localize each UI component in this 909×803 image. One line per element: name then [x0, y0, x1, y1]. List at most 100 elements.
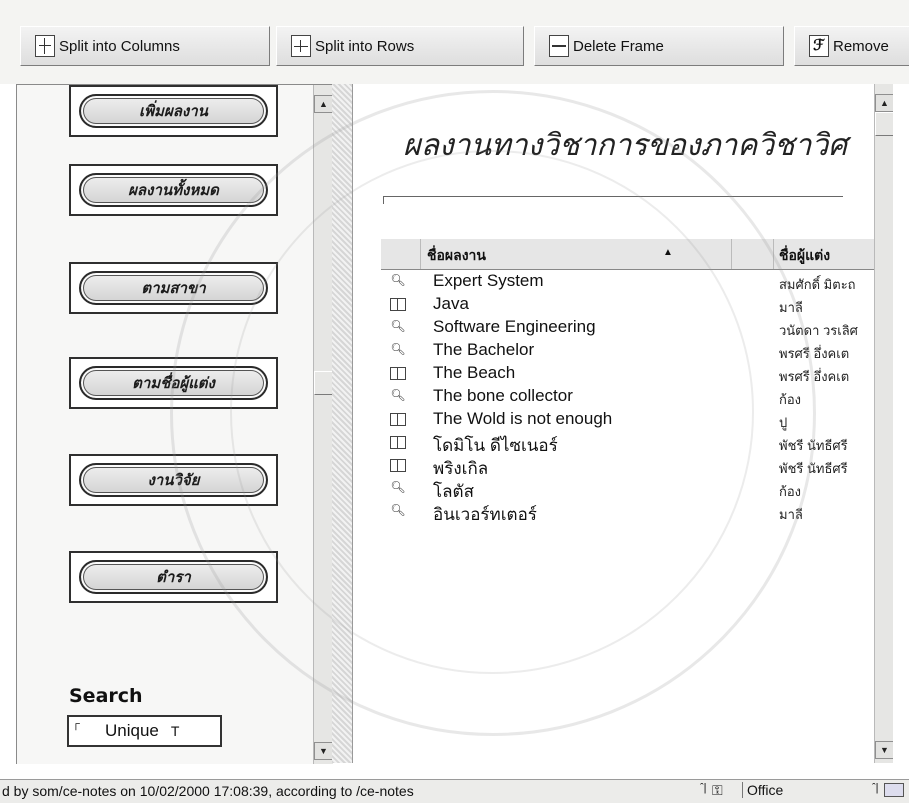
status-divider-icon: ˆ| [700, 782, 707, 794]
search-field[interactable]: ┌ Unique T [67, 715, 222, 747]
book-icon [389, 365, 407, 381]
works-table: ชื่อผลงาน ▲ ชื่อผู้แต่ง 🔍︎ Expert System ส… [381, 238, 893, 524]
content-frame-scrollbar[interactable]: ▲ ▼ [874, 84, 893, 763]
work-title[interactable]: The bone collector [433, 386, 573, 406]
delete-frame-icon [549, 35, 569, 57]
work-author: ก้อง [779, 484, 802, 499]
table-row[interactable]: The Wold is not enough ปู [381, 408, 893, 431]
scrollbar-thumb[interactable] [875, 112, 893, 136]
work-title[interactable]: The Wold is not enough [433, 409, 612, 429]
work-title[interactable]: The Beach [433, 363, 515, 383]
book-icon [389, 411, 407, 427]
split-columns-icon [35, 35, 55, 57]
menu-button-label: ตำรา [79, 560, 268, 594]
frame-toolbar: Split into Columns Split into Rows Delet… [0, 0, 909, 84]
work-author: ปู [779, 415, 788, 430]
menu-button-by-author[interactable]: ตามชื่อผู้แต่ง [69, 357, 278, 409]
work-title[interactable]: Expert System [433, 271, 544, 291]
book-icon [389, 457, 407, 473]
table-row[interactable]: 🔍︎ The Bachelor พรศรี อึ่งคเต [381, 339, 893, 362]
menu-button-label: ตามชื่อผู้แต่ง [79, 366, 268, 400]
table-row[interactable]: Java มาลี [381, 293, 893, 316]
work-author: พรศรี อึ่งคเต [779, 369, 850, 384]
remove-label: Remove [833, 37, 889, 55]
work-author: มาลี [779, 300, 803, 315]
work-title[interactable]: อินเวอร์ทเตอร์ [433, 501, 537, 528]
monitor-icon[interactable] [884, 783, 904, 797]
split-into-columns-button[interactable]: Split into Columns [20, 26, 270, 66]
menu-button-label: เพิ่มผลงาน [79, 94, 268, 128]
heading-divider [383, 196, 843, 197]
table-row[interactable]: The Beach พรศรี อึ่งคเต [381, 362, 893, 385]
status-zone[interactable]: Office [742, 782, 783, 798]
scroll-up-arrow-icon[interactable]: ▲ [314, 95, 333, 113]
magnifier-icon: 🔍︎ [390, 388, 406, 402]
sort-ascending-icon: ▲ [663, 247, 673, 258]
column-separator [773, 239, 774, 269]
menu-button-by-department[interactable]: ตามสาขา [69, 262, 278, 314]
delete-frame-label: Delete Frame [573, 37, 664, 55]
remove-icon: ℱ [809, 35, 829, 57]
scrollbar-thumb[interactable] [314, 371, 333, 395]
work-author: สมศักดิ์ มิตะถ [779, 277, 856, 292]
work-title[interactable]: The Bachelor [433, 340, 534, 360]
menu-button-textbooks[interactable]: ตำรา [69, 551, 278, 603]
page-title: ผลงานทางวิชาการของภาควิชาวิศ [403, 128, 848, 163]
magnifier-icon: 🔍︎ [390, 319, 406, 333]
search-label: Search [69, 685, 143, 707]
column-separator [731, 239, 732, 269]
table-row[interactable]: 🔍︎ อินเวอร์ทเตอร์ มาลี [381, 500, 893, 524]
header-icon-column[interactable] [381, 239, 421, 269]
menu-button-add-work[interactable]: เพิ่มผลงาน [69, 85, 278, 137]
work-author: มาลี [779, 507, 803, 522]
table-row[interactable]: 🔍︎ The bone collector ก้อง [381, 385, 893, 408]
table-row[interactable]: 🔍︎ โลตัส ก้อง [381, 477, 893, 501]
left-frame-scrollbar[interactable]: ▲ ▼ [313, 85, 333, 764]
split-into-rows-button[interactable]: Split into Rows [276, 26, 524, 66]
work-author: พรศรี อึ่งคเต [779, 346, 850, 361]
work-title[interactable]: Software Engineering [433, 317, 596, 337]
heading-divider-tick [383, 196, 384, 204]
menu-button-label: งานวิจัย [79, 463, 268, 497]
table-body: 🔍︎ Expert System สมศักดิ์ มิตะถ Java มาลี 🔍︎ S… [381, 270, 893, 524]
scroll-down-arrow-icon[interactable]: ▼ [314, 742, 333, 760]
menu-button-label: ตามสาขา [79, 271, 268, 305]
table-row[interactable]: โดมิโน ดีไซเนอร์ พัชรี นัทธีศรี [381, 431, 893, 455]
navigation-frame: เพิ่มผลงาน ผลงานทั้งหมด ตามสาขา ตามชื่อผ… [16, 84, 333, 764]
status-divider-icon: ˆ| [872, 782, 879, 794]
column-header-title[interactable]: ชื่อผลงาน [427, 245, 486, 267]
magnifier-icon: 🔍︎ [390, 273, 406, 287]
book-icon [389, 434, 407, 450]
magnifier-icon: 🔍︎ [390, 480, 406, 494]
work-author: วนัตดา วรเลิศ [779, 323, 858, 338]
column-header-author[interactable]: ชื่อผู้แต่ง [779, 245, 830, 267]
scroll-up-arrow-icon[interactable]: ▲ [875, 94, 893, 112]
menu-button-label: ผลงานทั้งหมด [79, 173, 268, 207]
menu-button-research[interactable]: งานวิจัย [69, 454, 278, 506]
magnifier-icon: 🔍︎ [390, 342, 406, 356]
scroll-down-arrow-icon[interactable]: ▼ [875, 741, 893, 759]
frame-resize-divider[interactable] [332, 84, 352, 763]
work-title[interactable]: Java [433, 294, 469, 314]
search-field-suffix: T [170, 723, 180, 739]
work-author: พัชรี นัทธีศรี [779, 461, 848, 476]
menu-button-all-works[interactable]: ผลงานทั้งหมด [69, 164, 278, 216]
search-field-value: Unique [105, 721, 159, 740]
split-into-columns-label: Split into Columns [59, 37, 180, 55]
book-icon [389, 296, 407, 312]
work-author: ก้อง [779, 392, 802, 407]
split-into-rows-label: Split into Rows [315, 37, 415, 55]
table-row[interactable]: พริงเกิล พัชรี นัทธีศรี [381, 454, 893, 478]
status-bar: d by som/ce-notes on 10/02/2000 17:08:39… [0, 779, 909, 803]
magnifier-icon: 🔍︎ [390, 503, 406, 517]
table-row[interactable]: 🔍︎ Software Engineering วนัตดา วรเลิศ [381, 316, 893, 339]
key-icon[interactable]: ⚿ [712, 782, 723, 799]
split-rows-icon [291, 35, 311, 57]
work-author: พัชรี นัทธีศรี [779, 438, 848, 453]
status-text: d by som/ce-notes on 10/02/2000 17:08:39… [2, 783, 414, 799]
field-corner-mark: ┌ [72, 718, 80, 730]
delete-frame-button[interactable]: Delete Frame [534, 26, 784, 66]
table-row[interactable]: 🔍︎ Expert System สมศักดิ์ มิตะถ [381, 270, 893, 293]
remove-button[interactable]: ℱ Remove [794, 26, 909, 66]
content-frame: ผลงานทางวิชาการของภาควิชาวิศ ชื่อผลงาน ▲… [352, 84, 893, 763]
